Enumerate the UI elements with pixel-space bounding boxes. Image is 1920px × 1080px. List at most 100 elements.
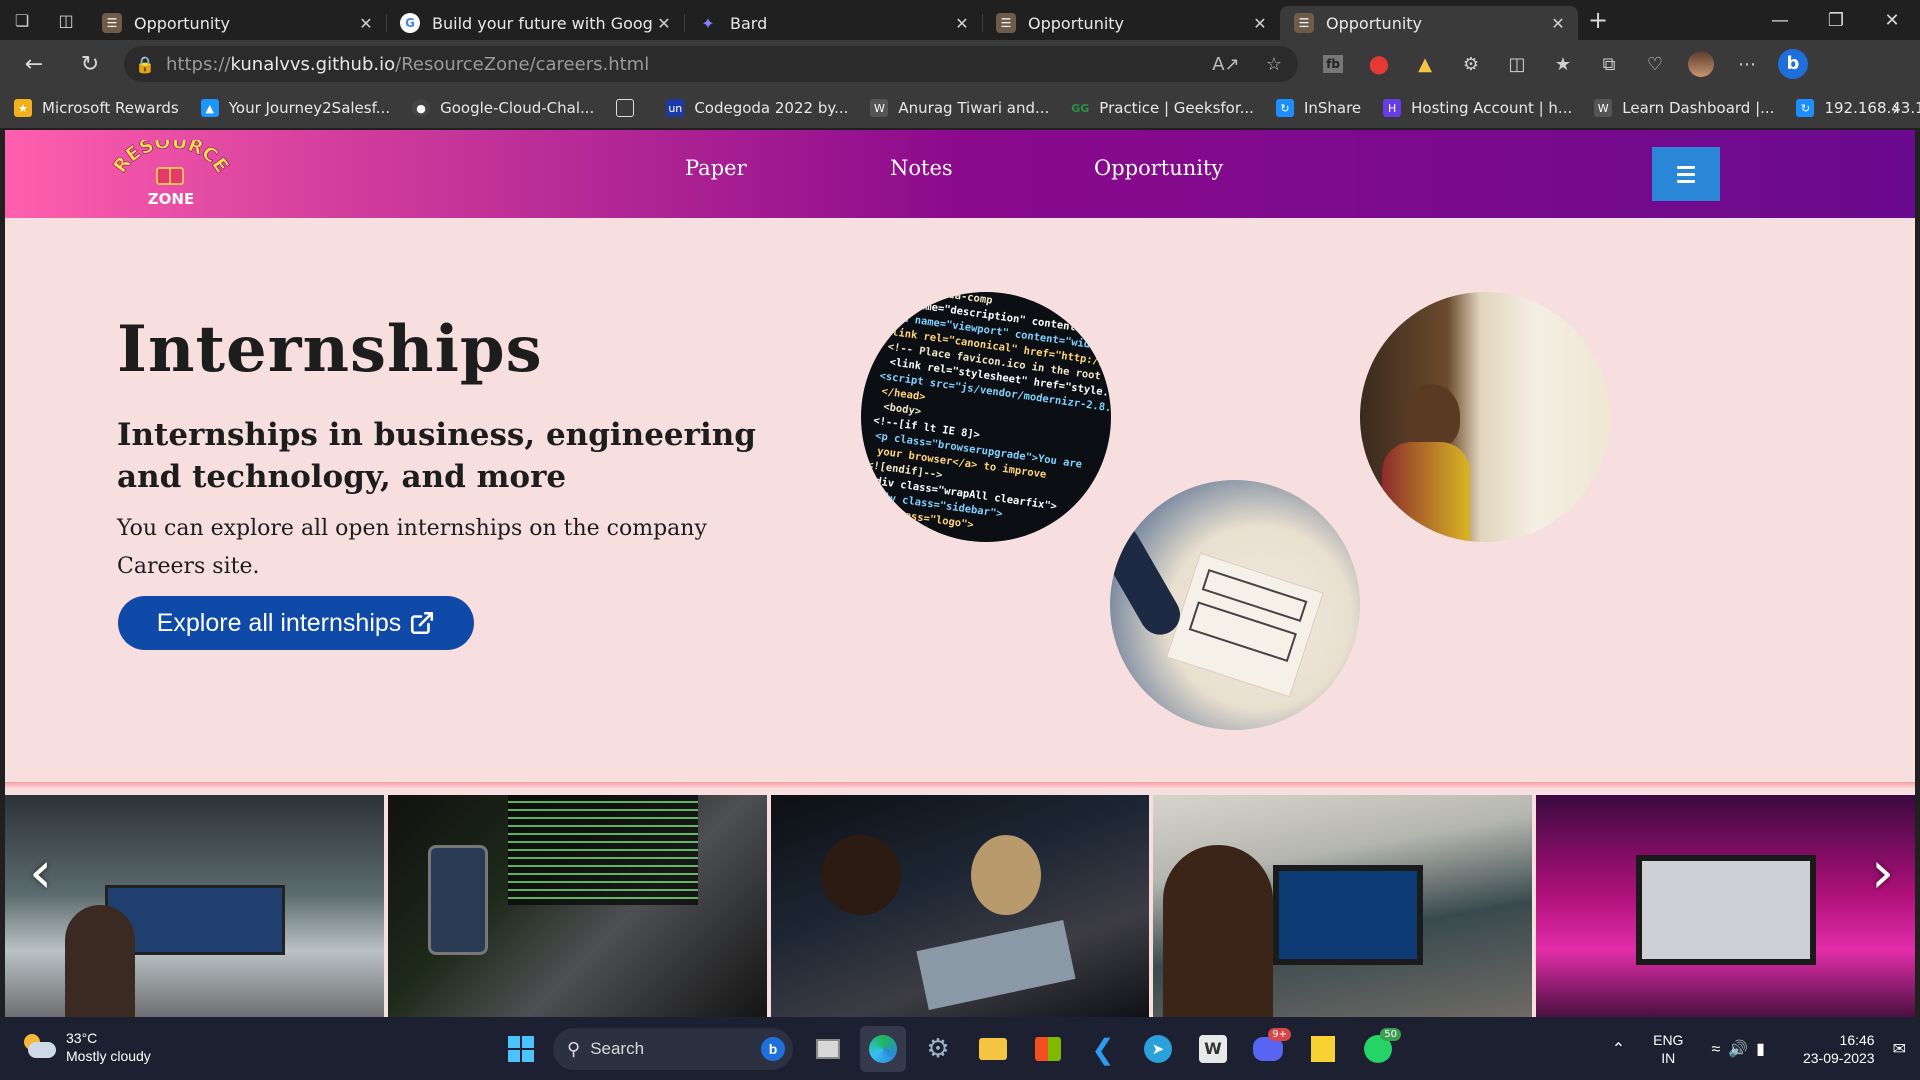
back-arrow-icon[interactable]: ← — [6, 40, 62, 88]
split-screen-icon[interactable]: ◫ — [1494, 40, 1540, 88]
carousel-prev-arrow-icon[interactable]: ‹ — [29, 838, 52, 906]
wordpress-icon: W — [870, 99, 889, 117]
nav-link-paper[interactable]: Paper — [685, 156, 747, 180]
sticky-notes-icon[interactable] — [1300, 1026, 1346, 1072]
hamburger-line — [1677, 165, 1695, 169]
performance-heart-icon[interactable]: ♡ — [1632, 40, 1678, 88]
browser-tab[interactable]: ☰ Opportunity ✕ — [88, 6, 386, 40]
clock-time: 16:46 — [1839, 1031, 1875, 1048]
person-body-shape — [1382, 442, 1470, 542]
address-bar[interactable]: 🔒 https://kunalvvs.github.io/ResourceZon… — [124, 46, 1298, 82]
bookmark-item[interactable]: ↻ InShare — [1275, 99, 1361, 117]
favorite-star-icon[interactable]: ☆ — [1250, 54, 1298, 75]
search-label: Search — [590, 1039, 645, 1058]
google-icon: G — [400, 13, 420, 33]
clock[interactable]: 16:46 23-09-2023 — [1803, 1031, 1875, 1067]
inshare-icon: ↻ — [1275, 99, 1294, 117]
bookmark-item[interactable] — [616, 99, 644, 117]
page-title: Internships — [117, 312, 543, 387]
settings-gear-icon[interactable]: ⚙ — [915, 1026, 961, 1072]
windows-start-icon[interactable] — [498, 1026, 544, 1072]
refresh-icon[interactable]: ↻ — [62, 40, 118, 88]
language-indicator[interactable]: ENG IN — [1653, 1031, 1683, 1067]
minimize-icon[interactable]: — — [1752, 0, 1808, 40]
taskbar-search[interactable]: ⚲ Search b — [553, 1028, 793, 1070]
close-tab-icon[interactable]: ✕ — [1250, 14, 1270, 33]
edge-browser-icon[interactable] — [860, 1026, 906, 1072]
cta-label: Explore all internships — [156, 608, 402, 637]
url-text[interactable]: https://kunalvvs.github.io/ResourceZone/… — [166, 54, 1202, 75]
wifi-volume-battery-icons[interactable]: ≈🔊▮ — [1711, 1039, 1773, 1059]
bookmark-item[interactable]: un Codegoda 2022 by... — [666, 99, 848, 117]
workspaces-icon[interactable]: ❏ — [0, 0, 44, 40]
extension-icon[interactable]: fb — [1310, 40, 1356, 88]
bookmark-item[interactable]: ↻ 192.168.43.1 — [1796, 99, 1920, 117]
collections-icon[interactable]: ⧉ — [1586, 40, 1632, 88]
browser-tab[interactable]: G Build your future with Google ✕ — [386, 6, 684, 40]
chevron-right-icon[interactable]: › — [1892, 96, 1900, 120]
resource-zone-logo[interactable]: RESOURCE ZONE — [111, 140, 231, 210]
code-lines-graphic: equiv="x-ua-compta name="description" co… — [861, 292, 1111, 531]
profile-avatar[interactable] — [1678, 40, 1724, 88]
read-aloud-icon[interactable]: A↗ — [1202, 54, 1250, 75]
close-tab-icon[interactable]: ✕ — [952, 14, 972, 33]
hamburger-menu-button[interactable] — [1652, 147, 1720, 201]
carousel-image-robotics-students — [770, 795, 1150, 1017]
more-menu-icon[interactable]: ⋯ — [1724, 40, 1770, 88]
tab-title: Opportunity — [1028, 13, 1125, 33]
bookmark-item[interactable]: ● Google-Cloud-Chal... — [412, 99, 594, 117]
browser-tab[interactable]: ✦ Bard ✕ — [684, 6, 982, 40]
file-explorer-icon[interactable] — [970, 1026, 1016, 1072]
notification-bell-icon[interactable]: ✉ — [1893, 1039, 1906, 1059]
new-tab-icon[interactable]: + — [1578, 0, 1618, 40]
page-favicon-icon: ☰ — [102, 13, 122, 33]
page-favicon-icon: ☰ — [1294, 13, 1314, 33]
close-tab-icon[interactable]: ✕ — [654, 14, 674, 33]
chevron-up-icon[interactable]: ⌃ — [1612, 1039, 1625, 1059]
bookmark-item[interactable]: ★ Microsoft Rewards — [14, 99, 179, 117]
task-view-icon[interactable] — [805, 1026, 851, 1072]
router-icon: ↻ — [1796, 99, 1815, 117]
clock-date: 23-09-2023 — [1802, 1049, 1875, 1066]
carousel-next-arrow-icon[interactable]: › — [1871, 838, 1894, 906]
close-tab-icon[interactable]: ✕ — [356, 14, 376, 33]
explore-internships-button[interactable]: Explore all internships — [118, 596, 474, 650]
favorites-icon[interactable]: ★ — [1540, 40, 1586, 88]
restore-icon[interactable]: ❐ — [1808, 0, 1864, 40]
hand-shape — [1110, 518, 1188, 642]
microsoft-store-icon[interactable] — [1025, 1026, 1071, 1072]
extensions-puzzle-icon[interactable]: ⚙ — [1448, 40, 1494, 88]
tab-title: Build your future with Google — [432, 13, 654, 33]
bing-copilot-icon[interactable]: b — [1770, 40, 1816, 88]
extension-icon[interactable]: ▲ — [1402, 40, 1448, 88]
unstop-icon: un — [666, 99, 685, 117]
nav-link-notes[interactable]: Notes — [890, 156, 953, 180]
vscode-icon[interactable]: ❮ — [1080, 1026, 1126, 1072]
nav-link-opportunity[interactable]: Opportunity — [1094, 156, 1223, 180]
tab-strip: ❏ ◫ ☰ Opportunity ✕ G Build your future … — [0, 0, 1920, 40]
weather-widget[interactable]: 33°C Mostly cloudy — [22, 1029, 151, 1065]
browser-tab[interactable]: ☰ Opportunity ✕ — [982, 6, 1280, 40]
tab-actions-icon[interactable]: ◫ — [44, 0, 88, 40]
weather-temperature: 33°C — [66, 1030, 98, 1046]
tab-title: Opportunity — [1326, 13, 1423, 33]
wordpress-icon: W — [1594, 99, 1613, 117]
lock-icon[interactable]: 🔒 — [124, 55, 166, 74]
telegram-icon[interactable]: ➤ — [1135, 1026, 1181, 1072]
sketch-paper-shape — [1166, 552, 1324, 698]
sketching-wireframe-image — [1110, 480, 1360, 730]
extension-icon[interactable]: ⬤ — [1356, 40, 1402, 88]
bookmark-item[interactable]: W Anurag Tiwari and... — [870, 99, 1049, 117]
wordpress-app-icon[interactable]: W — [1190, 1026, 1236, 1072]
bookmark-item[interactable]: GG Practice | Geeksfor... — [1071, 99, 1254, 117]
bookmark-item[interactable]: H Hosting Account | h... — [1383, 99, 1572, 117]
discord-icon[interactable]: 9+ — [1245, 1026, 1291, 1072]
bookmark-item[interactable]: W Learn Dashboard |... — [1594, 99, 1774, 117]
weather-description: Mostly cloudy — [66, 1048, 151, 1064]
bookmark-item[interactable]: ▲ Your Journey2Salesf... — [200, 99, 390, 117]
close-window-icon[interactable]: ✕ — [1864, 0, 1920, 40]
browser-tab-active[interactable]: ☰ Opportunity ✕ — [1280, 6, 1578, 40]
close-tab-icon[interactable]: ✕ — [1548, 14, 1568, 33]
whatsapp-icon[interactable]: 50 — [1355, 1026, 1401, 1072]
site-navbar: RESOURCE ZONE Paper Notes Opportunity — [5, 130, 1915, 218]
